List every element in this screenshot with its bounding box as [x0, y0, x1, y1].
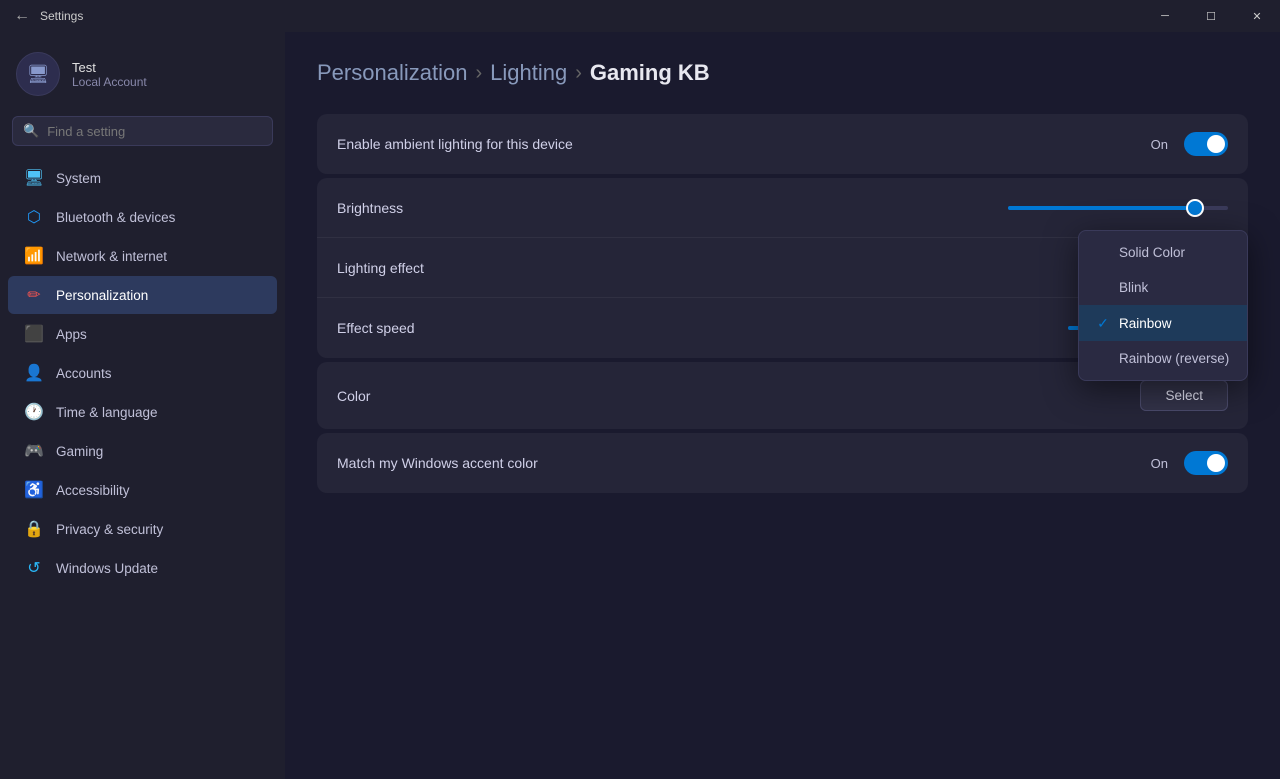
sidebar-item-system[interactable]: 🖥 System [8, 159, 277, 197]
user-type: Local Account [72, 75, 147, 89]
window-controls: ─ ☐ ✕ [1142, 0, 1280, 32]
app-title: Settings [40, 9, 83, 23]
nav-label-time: Time & language [56, 405, 158, 420]
nav-label-apps: Apps [56, 327, 87, 342]
ambient-row: Enable ambient lighting for this device … [317, 114, 1248, 174]
color-label: Color [337, 388, 370, 404]
sidebar-item-network[interactable]: 📶 Network & internet [8, 237, 277, 275]
dropdown-option-rainbow-(reverse)[interactable]: Rainbow (reverse) [1079, 341, 1247, 376]
search-icon: 🔍 [23, 123, 39, 139]
nav-icon-accounts: 👤 [24, 363, 44, 383]
user-section[interactable]: 🖥 Test Local Account [0, 44, 285, 112]
user-name: Test [72, 60, 147, 75]
ambient-label: Enable ambient lighting for this device [337, 136, 573, 152]
brightness-track [1008, 206, 1228, 210]
sidebar-item-personalization[interactable]: ✏ Personalization [8, 276, 277, 314]
ambient-state: On [1151, 137, 1168, 152]
brightness-row: Brightness [317, 178, 1248, 238]
nav-icon-update: ↺ [24, 558, 44, 578]
nav-label-accessibility: Accessibility [56, 483, 130, 498]
sidebar-item-accessibility[interactable]: ♿ Accessibility [8, 471, 277, 509]
effect-speed-label: Effect speed [337, 320, 415, 336]
breadcrumb-sep-1: › [475, 62, 482, 85]
sidebar-item-bluetooth[interactable]: ⬡ Bluetooth & devices [8, 198, 277, 236]
dropdown-option-blink[interactable]: Blink [1079, 270, 1247, 305]
sidebar: 🖥 Test Local Account 🔍 🖥 System ⬡ Blueto… [0, 32, 285, 779]
nav-icon-gaming: 🎮 [24, 441, 44, 461]
minimize-button[interactable]: ─ [1142, 0, 1188, 32]
ambient-toggle[interactable] [1184, 132, 1228, 156]
lighting-effect-label: Lighting effect [337, 260, 424, 276]
sidebar-item-accounts[interactable]: 👤 Accounts [8, 354, 277, 392]
dropdown-option-label: Blink [1119, 280, 1148, 295]
nav-icon-network: 📶 [24, 246, 44, 266]
color-select-button[interactable]: Select [1140, 380, 1228, 411]
maximize-button[interactable]: ☐ [1188, 0, 1234, 32]
sidebar-item-update[interactable]: ↺ Windows Update [8, 549, 277, 587]
accent-row: Match my Windows accent color On [317, 433, 1248, 493]
accent-label: Match my Windows accent color [337, 455, 538, 471]
settings-card: Brightness Lighting effect Solid Color B… [317, 178, 1248, 358]
breadcrumb-current: Gaming KB [590, 60, 710, 86]
nav-icon-accessibility: ♿ [24, 480, 44, 500]
nav-label-accounts: Accounts [56, 366, 112, 381]
avatar: 🖥 [16, 52, 60, 96]
dropdown-option-label: Rainbow (reverse) [1119, 351, 1229, 366]
accent-toggle[interactable] [1184, 451, 1228, 475]
user-info: Test Local Account [72, 60, 147, 89]
content-area: Personalization › Lighting › Gaming KB E… [285, 32, 1280, 779]
nav-label-system: System [56, 171, 101, 186]
dropdown-option-rainbow[interactable]: ✓ Rainbow [1079, 305, 1247, 341]
ambient-toggle-wrapper: On [1151, 132, 1228, 156]
dropdown-option-label: Solid Color [1119, 245, 1185, 260]
breadcrumb-personalization[interactable]: Personalization [317, 60, 467, 86]
check-icon: ✓ [1095, 315, 1111, 331]
lighting-effect-row: Lighting effect Solid Color Blink ✓ Rain… [317, 238, 1248, 298]
nav-label-gaming: Gaming [56, 444, 103, 459]
nav-label-bluetooth: Bluetooth & devices [56, 210, 175, 225]
search-box[interactable]: 🔍 [12, 116, 273, 146]
sidebar-item-time[interactable]: 🕐 Time & language [8, 393, 277, 431]
nav-label-personalization: Personalization [56, 288, 148, 303]
nav-icon-privacy: 🔒 [24, 519, 44, 539]
nav-icon-time: 🕐 [24, 402, 44, 422]
close-button[interactable]: ✕ [1234, 0, 1280, 32]
back-arrow[interactable]: ← [12, 6, 32, 26]
lighting-effect-dropdown[interactable]: Solid Color Blink ✓ Rainbow Rainbow (rev… [1078, 230, 1248, 381]
sidebar-item-gaming[interactable]: 🎮 Gaming [8, 432, 277, 470]
sidebar-item-privacy[interactable]: 🔒 Privacy & security [8, 510, 277, 548]
brightness-thumb[interactable] [1186, 199, 1204, 217]
breadcrumb-lighting[interactable]: Lighting [490, 60, 567, 86]
accent-card: Match my Windows accent color On [317, 433, 1248, 493]
nav-icon-bluetooth: ⬡ [24, 207, 44, 227]
breadcrumb: Personalization › Lighting › Gaming KB [317, 60, 1248, 86]
nav-list: 🖥 System ⬡ Bluetooth & devices 📶 Network… [0, 158, 285, 588]
search-input[interactable] [47, 124, 262, 139]
nav-icon-system: 🖥 [24, 168, 44, 188]
nav-icon-personalization: ✏ [24, 285, 44, 305]
dropdown-option-solid-color[interactable]: Solid Color [1079, 235, 1247, 270]
title-bar: ← Settings ─ ☐ ✕ [0, 0, 1280, 32]
accent-state: On [1151, 456, 1168, 471]
nav-icon-apps: ⬛ [24, 324, 44, 344]
brightness-slider-wrapper[interactable] [1008, 206, 1228, 210]
sidebar-item-apps[interactable]: ⬛ Apps [8, 315, 277, 353]
nav-label-privacy: Privacy & security [56, 522, 163, 537]
nav-label-update: Windows Update [56, 561, 158, 576]
brightness-label: Brightness [337, 200, 403, 216]
nav-label-network: Network & internet [56, 249, 167, 264]
breadcrumb-sep-2: › [575, 62, 582, 85]
ambient-card: Enable ambient lighting for this device … [317, 114, 1248, 174]
accent-toggle-wrapper: On [1151, 451, 1228, 475]
brightness-fill [1008, 206, 1195, 210]
dropdown-option-label: Rainbow [1119, 316, 1172, 331]
